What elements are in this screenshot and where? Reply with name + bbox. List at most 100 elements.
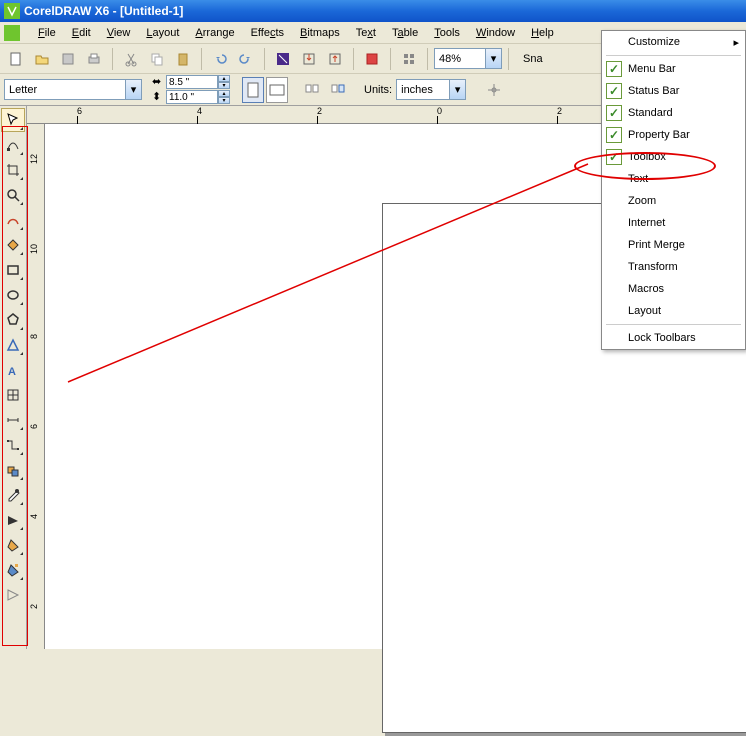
units-dropdown-icon[interactable]: ▾ [449, 80, 465, 99]
menu-layout[interactable]: Layout [138, 25, 187, 41]
menu-layout-toolbar[interactable]: Layout [602, 300, 745, 322]
polygon-tool[interactable] [1, 308, 25, 332]
all-pages-button[interactable] [300, 78, 324, 102]
menu-window[interactable]: Window [468, 25, 523, 41]
cut-button[interactable] [119, 47, 143, 71]
table-tool[interactable] [1, 383, 25, 407]
paper-dropdown-icon[interactable]: ▾ [125, 80, 141, 99]
export-button[interactable] [323, 47, 347, 71]
check-icon: ✓ [606, 127, 622, 143]
menu-text[interactable]: Text [348, 25, 384, 41]
zoom-input[interactable] [435, 53, 485, 65]
title-bar: CorelDRAW X6 - [Untitled-1] [0, 0, 746, 22]
interactive-fill-tool[interactable] [1, 558, 25, 582]
menu-menubar[interactable]: ✓Menu Bar [602, 58, 745, 80]
toolbars-context-menu: Customize ▸ ✓Menu Bar ✓Status Bar ✓Stand… [601, 30, 746, 350]
interactive-tool[interactable] [1, 458, 25, 482]
menu-help[interactable]: Help [523, 25, 562, 41]
import-button[interactable] [297, 47, 321, 71]
page-width-input[interactable] [166, 75, 218, 89]
page-dimensions: ⬌ ▴▾ ⬍ ▴▾ [152, 75, 230, 104]
svg-text:A: A [8, 366, 16, 378]
menu-view[interactable]: View [99, 25, 139, 41]
portrait-button[interactable] [242, 77, 264, 103]
fill-tool[interactable] [1, 533, 25, 557]
height-down[interactable]: ▾ [218, 97, 230, 104]
height-icon: ⬍ [152, 90, 166, 104]
menu-standard[interactable]: ✓Standard [602, 102, 745, 124]
submenu-arrow-icon: ▸ [733, 36, 739, 49]
rectangle-tool[interactable] [1, 258, 25, 282]
paper-combo[interactable]: ▾ [4, 79, 142, 100]
width-up[interactable]: ▴ [218, 75, 230, 82]
menu-macros[interactable]: Macros [602, 278, 745, 300]
outline-tool[interactable] [1, 508, 25, 532]
menu-tools[interactable]: Tools [426, 25, 468, 41]
menu-internet[interactable]: Internet [602, 212, 745, 234]
menu-table[interactable]: Table [384, 25, 426, 41]
publish-button[interactable] [360, 47, 384, 71]
menu-customize[interactable]: Customize ▸ [602, 31, 745, 53]
height-up[interactable]: ▴ [218, 90, 230, 97]
undo-button[interactable] [208, 47, 232, 71]
menu-printmerge[interactable]: Print Merge [602, 234, 745, 256]
paper-input[interactable] [5, 84, 125, 96]
check-icon: ✓ [606, 83, 622, 99]
new-button[interactable] [4, 47, 28, 71]
current-page-button[interactable] [326, 78, 350, 102]
open-button[interactable] [30, 47, 54, 71]
check-icon: ✓ [606, 61, 622, 77]
menu-effects[interactable]: Effects [243, 25, 292, 41]
text-tool[interactable]: A [1, 358, 25, 382]
ruler-vertical: 12 10 8 6 4 2 [27, 124, 45, 649]
nudge-button[interactable] [482, 78, 506, 102]
landscape-button[interactable] [266, 77, 288, 103]
pick-tool[interactable] [1, 108, 25, 132]
smart-fill-tool[interactable] [1, 233, 25, 257]
shape-tool[interactable] [1, 133, 25, 157]
freehand-tool[interactable] [1, 208, 25, 232]
search-button[interactable] [271, 47, 295, 71]
eyedropper-tool[interactable] [1, 483, 25, 507]
basic-shapes-tool[interactable] [1, 333, 25, 357]
units-combo[interactable]: ▾ [396, 79, 466, 100]
page-height-input[interactable] [166, 90, 218, 104]
dimension-tool[interactable] [1, 408, 25, 432]
width-icon: ⬌ [152, 75, 166, 89]
check-icon: ✓ [606, 149, 622, 165]
smart-drawing-tool[interactable] [1, 583, 25, 607]
zoom-dropdown-icon[interactable]: ▾ [485, 49, 501, 68]
zoom-tool[interactable] [1, 183, 25, 207]
doc-icon [4, 25, 20, 41]
menu-edit[interactable]: Edit [64, 25, 99, 41]
save-button[interactable] [56, 47, 80, 71]
toolbox: A [0, 106, 27, 649]
print-button[interactable] [82, 47, 106, 71]
copy-button[interactable] [145, 47, 169, 71]
menu-transform[interactable]: Transform [602, 256, 745, 278]
menu-file[interactable]: File [30, 25, 64, 41]
paste-button[interactable] [171, 47, 195, 71]
menu-zoom-toolbar[interactable]: Zoom [602, 190, 745, 212]
width-down[interactable]: ▾ [218, 82, 230, 89]
zoom-combo[interactable]: ▾ [434, 48, 502, 69]
menu-propertybar[interactable]: ✓Property Bar [602, 124, 745, 146]
menu-lock-toolbars[interactable]: Lock Toolbars [602, 327, 745, 349]
menu-text-toolbar[interactable]: Text [602, 168, 745, 190]
window-title: CorelDRAW X6 - [Untitled-1] [24, 4, 183, 18]
connector-tool[interactable] [1, 433, 25, 457]
units-label: Units: [364, 84, 392, 96]
orientation-group [242, 77, 288, 103]
menu-statusbar[interactable]: ✓Status Bar [602, 80, 745, 102]
menu-arrange[interactable]: Arrange [187, 25, 242, 41]
crop-tool[interactable] [1, 158, 25, 182]
ellipse-tool[interactable] [1, 283, 25, 307]
snap-label: Sna [523, 53, 543, 65]
app-icon [4, 3, 20, 19]
check-icon: ✓ [606, 105, 622, 121]
menu-bitmaps[interactable]: Bitmaps [292, 25, 348, 41]
menu-toolbox[interactable]: ✓Toolbox [602, 146, 745, 168]
appstarter-button[interactable] [397, 47, 421, 71]
redo-button[interactable] [234, 47, 258, 71]
units-input[interactable] [397, 84, 449, 96]
